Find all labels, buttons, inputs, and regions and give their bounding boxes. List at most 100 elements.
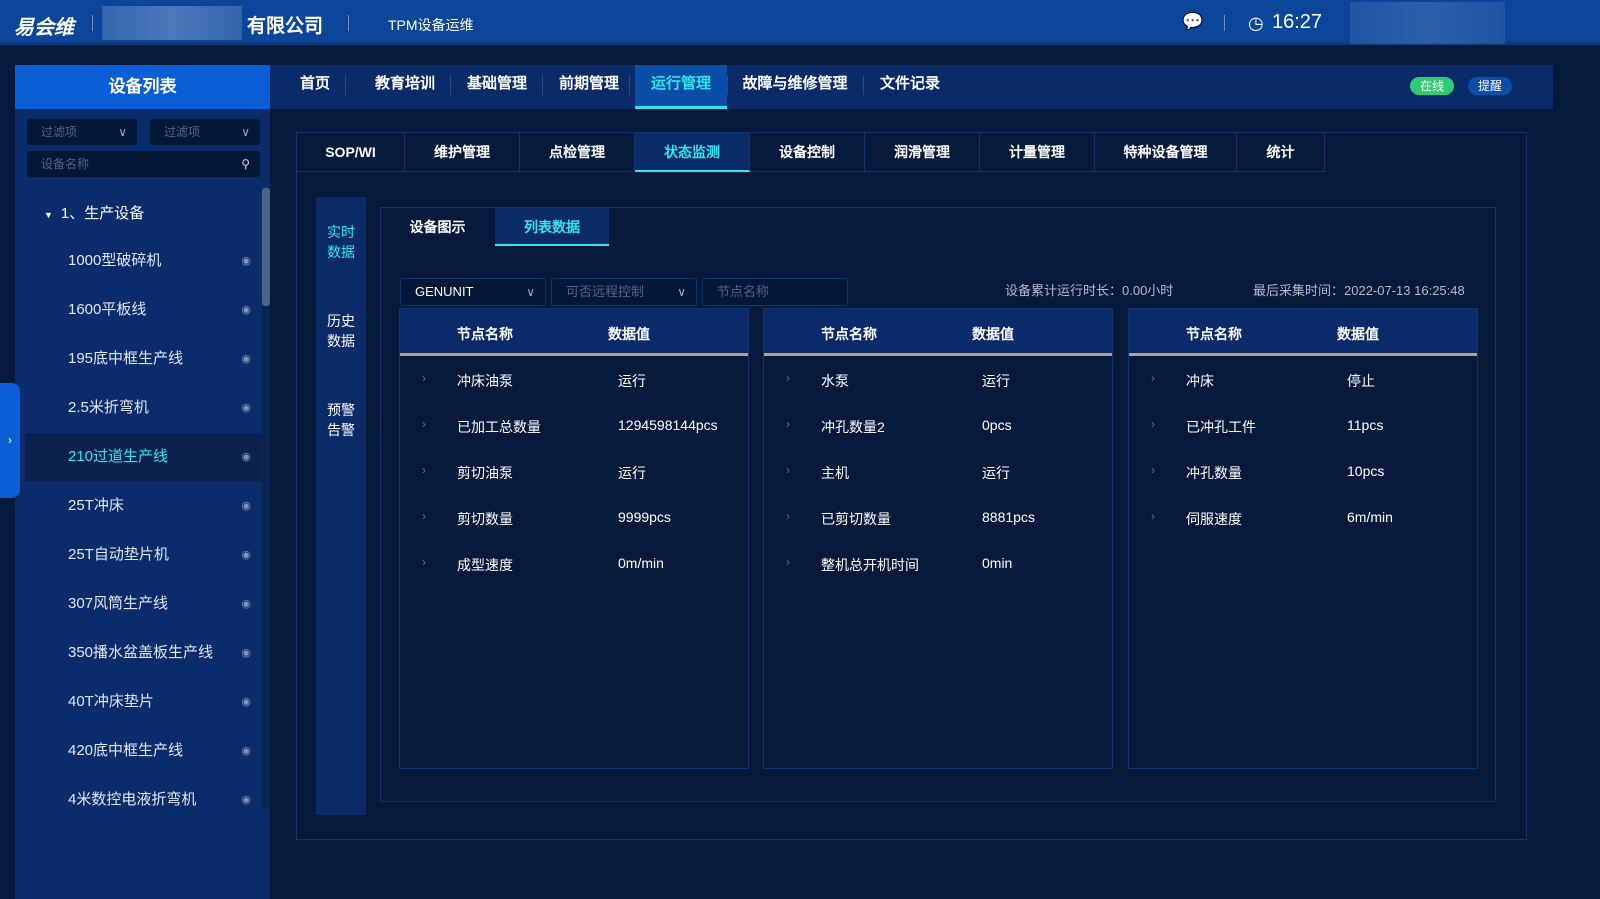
chevron-right-icon[interactable]: › <box>1151 463 1155 477</box>
inner-tab[interactable]: 设备图示 <box>381 208 494 246</box>
node-name: 已冲孔工件 <box>1186 417 1256 437</box>
sub-tab[interactable]: 状态监测 <box>635 133 750 172</box>
sidebar-device-item[interactable]: 4米数控电液折弯机◉ <box>25 776 263 824</box>
eye-icon[interactable]: ◉ <box>241 629 251 677</box>
sub-tab[interactable]: 计量管理 <box>980 133 1095 172</box>
eye-icon[interactable]: ◉ <box>241 286 251 334</box>
node-value: 6m/min <box>1347 509 1393 525</box>
collapse-handle[interactable]: › <box>0 383 20 498</box>
sidebar-device-item[interactable]: 195底中框生产线◉ <box>25 335 263 383</box>
message-icon[interactable]: 💬 <box>1182 12 1203 32</box>
table-row[interactable]: ›已冲孔工件11pcs <box>1129 402 1477 448</box>
filter-select-1[interactable]: 过滤项∨ <box>27 119 137 145</box>
table-row[interactable]: ›冲孔数量10pcs <box>1129 448 1477 494</box>
device-search-input[interactable]: 设备名称⚲ <box>27 151 260 177</box>
sub-tab[interactable]: 点检管理 <box>520 133 635 172</box>
sidebar-device-item[interactable]: 307风筒生产线◉ <box>25 580 263 628</box>
table-row[interactable]: ›水泵运行 <box>764 356 1112 402</box>
node-name: 冲床油泵 <box>457 371 513 391</box>
chevron-right-icon[interactable]: › <box>786 509 790 523</box>
sub-tab[interactable]: 特种设备管理 <box>1095 133 1237 172</box>
nav-tab[interactable]: 运行管理 <box>635 65 727 109</box>
eye-icon[interactable]: ◉ <box>241 531 251 579</box>
remind-button[interactable]: 提醒 <box>1468 77 1512 95</box>
table-row[interactable]: ›已剪切数量8881pcs <box>764 494 1112 540</box>
scrollbar-thumb[interactable] <box>262 188 270 306</box>
node-value: 8881pcs <box>982 509 1035 525</box>
nav-tab[interactable]: 教育培训 <box>365 65 445 109</box>
sidebar-device-item[interactable]: 350播水盆盖板生产线◉ <box>25 629 263 677</box>
node-name: 主机 <box>821 463 849 483</box>
sidebar-device-item[interactable]: 40T冲床垫片◉ <box>25 678 263 726</box>
sub-tab[interactable]: SOP/WI <box>297 133 405 172</box>
sub-tab[interactable]: 维护管理 <box>405 133 520 172</box>
eye-icon[interactable]: ◉ <box>241 776 251 824</box>
table-row[interactable]: ›整机总开机时间0min <box>764 540 1112 586</box>
sub-tab[interactable]: 润滑管理 <box>865 133 980 172</box>
inner-tab[interactable]: 列表数据 <box>495 208 609 246</box>
table-row[interactable]: ›剪切油泵运行 <box>400 448 748 494</box>
node-name: 剪切油泵 <box>457 463 513 483</box>
nav-tab[interactable]: 故障与维修管理 <box>732 65 858 109</box>
data-table: 节点名称数据值›水泵运行›冲孔数量20pcs›主机运行›已剪切数量8881pcs… <box>763 308 1113 769</box>
table-row[interactable]: ›冲床油泵运行 <box>400 356 748 402</box>
chevron-right-icon[interactable]: › <box>1151 417 1155 431</box>
chevron-right-icon[interactable]: › <box>786 417 790 431</box>
chevron-right-icon[interactable]: › <box>422 463 426 477</box>
node-name-input[interactable]: 节点名称 <box>702 278 848 306</box>
eye-icon[interactable]: ◉ <box>241 335 251 383</box>
eye-icon[interactable]: ◉ <box>241 384 251 432</box>
caret-down-icon: ▼ <box>44 210 53 220</box>
search-icon[interactable]: ⚲ <box>241 151 250 177</box>
table-row[interactable]: ›冲孔数量20pcs <box>764 402 1112 448</box>
node-name: 整机总开机时间 <box>821 555 919 575</box>
table-row[interactable]: ›剪切数量9999pcs <box>400 494 748 540</box>
placeholder: 可否远程控制 <box>566 284 644 299</box>
vertical-tab[interactable]: 历史 数据 <box>316 311 366 351</box>
chevron-right-icon[interactable]: › <box>786 555 790 569</box>
vertical-tab[interactable]: 实时 数据 <box>316 222 366 262</box>
sidebar-device-item[interactable]: 1600平板线◉ <box>25 286 263 334</box>
group-label: 1、生产设备 <box>61 205 144 222</box>
chevron-right-icon[interactable]: › <box>786 463 790 477</box>
nav-tab[interactable]: 首页 <box>290 65 340 109</box>
chevron-right-icon[interactable]: › <box>422 371 426 385</box>
table-row[interactable]: ›冲床停止 <box>1129 356 1477 402</box>
vertical-tab[interactable]: 预警 告警 <box>316 400 366 440</box>
chevron-right-icon[interactable]: › <box>422 555 426 569</box>
eye-icon[interactable]: ◉ <box>241 237 251 285</box>
column-header-value: 数据值 <box>972 324 1014 344</box>
eye-icon[interactable]: ◉ <box>241 727 251 775</box>
nav-tab[interactable]: 基础管理 <box>457 65 537 109</box>
eye-icon[interactable]: ◉ <box>241 482 251 530</box>
nav-tab[interactable]: 文件记录 <box>865 65 955 109</box>
sidebar-device-item[interactable]: 210过道生产线◉ <box>25 433 263 481</box>
chevron-right-icon[interactable]: › <box>1151 509 1155 523</box>
chevron-right-icon[interactable]: › <box>1151 371 1155 385</box>
sidebar-device-item[interactable]: 420底中框生产线◉ <box>25 727 263 775</box>
table-row[interactable]: ›已加工总数量1294598144pcs <box>400 402 748 448</box>
sidebar-device-item[interactable]: 1000型破碎机◉ <box>25 237 263 285</box>
eye-icon[interactable]: ◉ <box>241 580 251 628</box>
tree-group[interactable]: ▼ 1、生产设备 <box>44 202 144 223</box>
sub-tab[interactable]: 统计 <box>1237 133 1325 172</box>
sub-tab[interactable]: 设备控制 <box>750 133 865 172</box>
device-name: 25T自动垫片机 <box>68 546 169 563</box>
chevron-right-icon[interactable]: › <box>422 509 426 523</box>
unit-select[interactable]: GENUNIT∨ <box>400 278 546 306</box>
sidebar-device-item[interactable]: 25T冲床◉ <box>25 482 263 530</box>
sidebar-device-item[interactable]: 2.5米折弯机◉ <box>25 384 263 432</box>
chevron-right-icon[interactable]: › <box>786 371 790 385</box>
chevron-right-icon: › <box>8 433 12 447</box>
table-row[interactable]: ›成型速度0m/min <box>400 540 748 586</box>
eye-icon[interactable]: ◉ <box>241 433 251 481</box>
table-row[interactable]: ›伺服速度6m/min <box>1129 494 1477 540</box>
filter-select-2[interactable]: 过滤项∨ <box>150 119 260 145</box>
remote-control-select[interactable]: 可否远程控制∨ <box>551 278 697 306</box>
sidebar-device-item[interactable]: 25T自动垫片机 ◉ <box>25 531 263 579</box>
online-badge: 在线 <box>1410 77 1454 95</box>
eye-icon[interactable]: ◉ <box>241 678 251 726</box>
table-row[interactable]: ›主机运行 <box>764 448 1112 494</box>
nav-tab[interactable]: 前期管理 <box>549 65 629 109</box>
chevron-right-icon[interactable]: › <box>422 417 426 431</box>
